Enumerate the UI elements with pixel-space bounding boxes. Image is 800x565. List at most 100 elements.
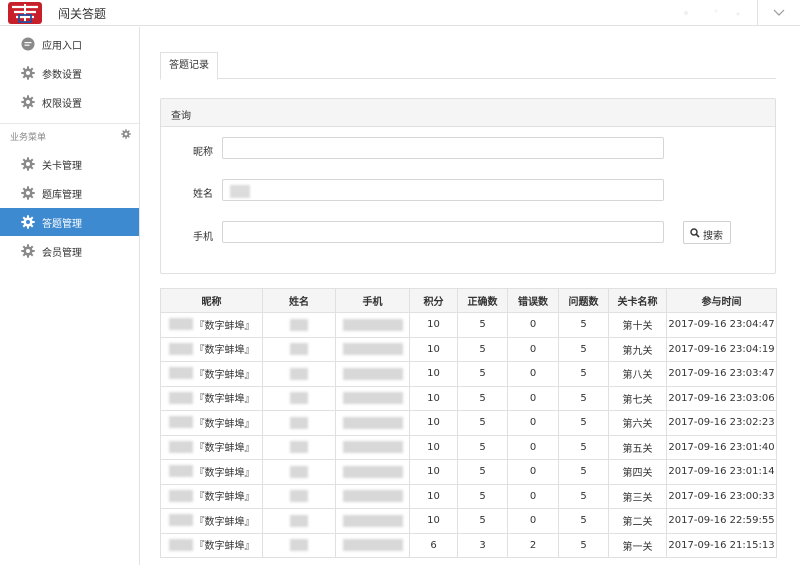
table-row[interactable]: 『数字蚌埠』 10 5 0 5 第五关 2017-09-16 23:01:40	[160, 434, 777, 460]
cell-time: 2017-09-16 23:04:19	[666, 336, 777, 362]
redacted-phone	[342, 367, 403, 380]
redacted-name	[290, 318, 308, 331]
cell-nickname: 『数字蚌埠』	[160, 361, 263, 387]
sidebar-item-permissions[interactable]: 权限设置	[0, 88, 139, 116]
query-panel: 查询 昵称 姓名 手机 搜索	[160, 98, 776, 274]
redacted-phone	[342, 343, 403, 356]
redacted-name	[290, 367, 308, 380]
table-row[interactable]: 『数字蚌埠』 10 5 0 5 第三关 2017-09-16 23:00:33	[160, 483, 777, 509]
query-panel-title: 查询	[171, 111, 191, 122]
column-header-score[interactable]: 积分	[409, 288, 458, 313]
chevron-down-icon	[773, 9, 785, 16]
cell-wrong: 0	[507, 410, 559, 436]
table-row[interactable]: 『数字蚌埠』 10 5 0 5 第六关 2017-09-16 23:02:23	[160, 410, 777, 436]
cell-wrong: 0	[507, 361, 559, 387]
table-row[interactable]: 『数字蚌埠』 10 5 0 5 第八关 2017-09-16 23:03:47	[160, 361, 777, 387]
tab-answer-records[interactable]: 答题记录	[160, 52, 218, 80]
cell-wrong: 0	[507, 483, 559, 509]
cell-wrong: 0	[507, 459, 559, 485]
search-icon	[690, 228, 700, 238]
cell-time: 2017-09-16 23:04:47	[666, 312, 777, 338]
nickname-label: 昵称	[193, 147, 213, 158]
sidebar-item-label: 答题管理	[42, 219, 82, 230]
cell-time: 2017-09-16 23:01:14	[666, 459, 777, 485]
table-row[interactable]: 『数字蚌埠』 10 5 0 5 第七关 2017-09-16 23:03:06	[160, 385, 777, 411]
column-header-time[interactable]: 参与时间	[666, 288, 777, 313]
redacted-name	[290, 514, 308, 527]
gear-icon	[21, 157, 35, 171]
column-header-nickname[interactable]: 昵称	[160, 288, 263, 313]
nickname-text: 『数字蚌埠』	[194, 443, 255, 454]
table-row[interactable]: 『数字蚌埠』 10 5 0 5 第二关 2017-09-16 22:59:55	[160, 508, 777, 534]
gear-icon	[21, 186, 35, 200]
header-menu-toggle[interactable]	[757, 0, 800, 26]
search-button[interactable]: 搜索	[683, 221, 731, 244]
cell-questions: 5	[558, 483, 609, 509]
column-header-name[interactable]: 姓名	[262, 288, 336, 313]
cell-correct: 5	[457, 459, 508, 485]
redacted-nickname-prefix	[168, 391, 193, 404]
sidebar-item-label: 参数设置	[42, 70, 82, 81]
table-row[interactable]: 『数字蚌埠』 6 3 2 5 第一关 2017-09-16 21:15:13	[160, 532, 777, 558]
app-logo	[8, 2, 42, 24]
cell-phone	[335, 410, 410, 436]
cell-nickname: 『数字蚌埠』	[160, 336, 263, 362]
column-header-correct[interactable]: 正确数	[457, 288, 508, 313]
redacted-nickname-prefix	[168, 489, 193, 502]
nickname-text: 『数字蚌埠』	[194, 541, 255, 552]
cell-questions: 5	[558, 336, 609, 362]
sidebar-item-member-management[interactable]: 会员管理	[0, 237, 139, 265]
redacted-nickname-prefix	[168, 440, 193, 453]
column-header-wrong[interactable]: 错误数	[507, 288, 559, 313]
cell-time: 2017-09-16 23:02:23	[666, 410, 777, 436]
nickname-text: 『数字蚌埠』	[194, 320, 255, 332]
cell-wrong: 0	[507, 385, 559, 411]
redacted-name	[290, 441, 308, 454]
redacted-name	[290, 465, 308, 478]
cell-level: 第四关	[608, 459, 667, 485]
nickname-input[interactable]	[222, 137, 664, 159]
sidebar-item-app-entry[interactable]: 应用入口	[0, 30, 139, 58]
cell-nickname: 『数字蚌埠』	[160, 434, 263, 460]
cell-phone	[335, 312, 410, 338]
redacted-name	[290, 416, 308, 429]
cell-nickname: 『数字蚌埠』	[160, 532, 263, 558]
section-settings-icon[interactable]	[121, 129, 131, 139]
cell-score: 10	[409, 434, 458, 460]
column-header-questions[interactable]: 问题数	[558, 288, 609, 313]
cell-name	[262, 459, 336, 485]
redacted-phone	[342, 318, 403, 331]
sidebar-item-params[interactable]: 参数设置	[0, 59, 139, 87]
cell-score: 10	[409, 336, 458, 362]
cell-time: 2017-09-16 23:01:40	[666, 434, 777, 460]
table-row[interactable]: 『数字蚌埠』 10 5 0 5 第十关 2017-09-16 23:04:47	[160, 312, 777, 338]
sidebar-item-label: 权限设置	[42, 99, 82, 110]
cell-nickname: 『数字蚌埠』	[160, 508, 263, 534]
sidebar-item-answer-management[interactable]: 答题管理	[0, 208, 139, 236]
cell-wrong: 2	[507, 532, 559, 558]
sidebar-item-level-management[interactable]: 关卡管理	[0, 150, 139, 178]
sidebar-item-label: 会员管理	[42, 248, 82, 259]
table-row[interactable]: 『数字蚌埠』 10 5 0 5 第九关 2017-09-16 23:04:19	[160, 336, 777, 362]
cell-level: 第六关	[608, 410, 667, 436]
gear-icon	[21, 244, 35, 258]
sidebar-section-label: 业务菜单	[10, 133, 47, 143]
table-row[interactable]: 『数字蚌埠』 10 5 0 5 第四关 2017-09-16 23:01:14	[160, 459, 777, 485]
cell-score: 10	[409, 459, 458, 485]
cell-wrong: 0	[507, 508, 559, 534]
phone-input[interactable]	[222, 221, 664, 243]
column-header-phone[interactable]: 手机	[335, 288, 410, 313]
app-title: 闯关答题	[58, 7, 107, 21]
sidebar-item-question-bank[interactable]: 题库管理	[0, 179, 139, 207]
cell-name	[262, 483, 336, 509]
name-input[interactable]	[222, 179, 664, 201]
cell-time: 2017-09-16 23:00:33	[666, 483, 777, 509]
cell-score: 10	[409, 410, 458, 436]
sidebar: 应用入口 参数设置 权限设置 业务菜单 关卡管理 题库管理 答题管理 会员管理	[0, 27, 140, 565]
redacted-phone	[342, 392, 403, 405]
cell-phone	[335, 532, 410, 558]
sidebar-item-label: 题库管理	[42, 190, 82, 201]
column-header-level[interactable]: 关卡名称	[608, 288, 667, 313]
name-input-value-redacted	[230, 185, 250, 198]
cell-name	[262, 410, 336, 436]
